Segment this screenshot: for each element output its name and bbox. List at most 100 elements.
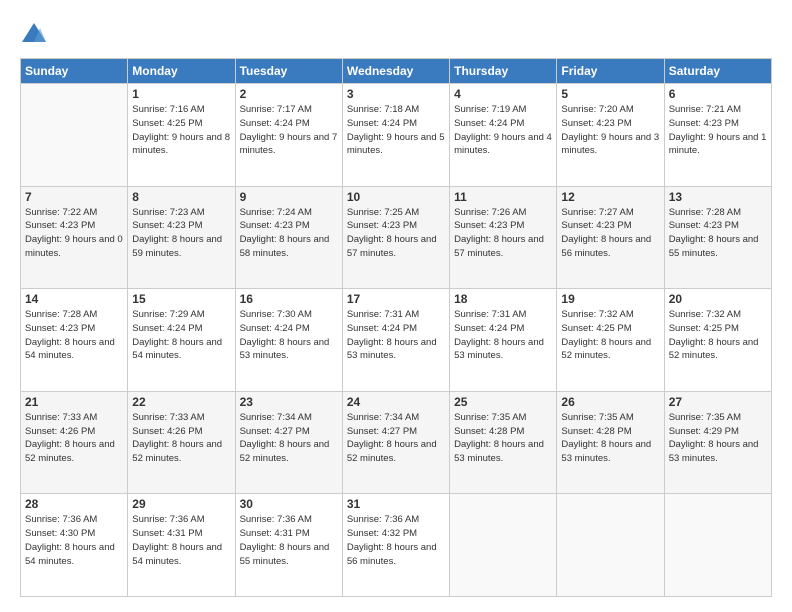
- calendar-cell: [450, 494, 557, 597]
- daylight-text: Daylight: 8 hours and 53 minutes.: [347, 337, 437, 362]
- sunset-text: Sunset: 4:23 PM: [240, 220, 310, 231]
- calendar-cell: 19 Sunrise: 7:32 AM Sunset: 4:25 PM Dayl…: [557, 289, 664, 392]
- day-info: Sunrise: 7:33 AM Sunset: 4:26 PM Dayligh…: [25, 411, 123, 466]
- sunrise-text: Sunrise: 7:28 AM: [25, 309, 97, 320]
- day-number: 24: [347, 395, 445, 409]
- calendar-cell: 29 Sunrise: 7:36 AM Sunset: 4:31 PM Dayl…: [128, 494, 235, 597]
- day-number: 23: [240, 395, 338, 409]
- day-info: Sunrise: 7:28 AM Sunset: 4:23 PM Dayligh…: [669, 206, 767, 261]
- sunrise-text: Sunrise: 7:35 AM: [454, 412, 526, 423]
- calendar-cell: 17 Sunrise: 7:31 AM Sunset: 4:24 PM Dayl…: [342, 289, 449, 392]
- daylight-text: Daylight: 8 hours and 57 minutes.: [454, 234, 544, 259]
- daylight-text: Daylight: 9 hours and 4 minutes.: [454, 132, 552, 157]
- daylight-text: Daylight: 9 hours and 1 minute.: [669, 132, 767, 157]
- day-info: Sunrise: 7:30 AM Sunset: 4:24 PM Dayligh…: [240, 308, 338, 363]
- daylight-text: Daylight: 9 hours and 8 minutes.: [132, 132, 230, 157]
- sunset-text: Sunset: 4:25 PM: [669, 323, 739, 334]
- day-number: 8: [132, 190, 230, 204]
- day-info: Sunrise: 7:34 AM Sunset: 4:27 PM Dayligh…: [240, 411, 338, 466]
- daylight-text: Daylight: 9 hours and 7 minutes.: [240, 132, 338, 157]
- day-info: Sunrise: 7:27 AM Sunset: 4:23 PM Dayligh…: [561, 206, 659, 261]
- calendar-week-row: 7 Sunrise: 7:22 AM Sunset: 4:23 PM Dayli…: [21, 186, 772, 289]
- day-info: Sunrise: 7:36 AM Sunset: 4:32 PM Dayligh…: [347, 513, 445, 568]
- day-info: Sunrise: 7:36 AM Sunset: 4:30 PM Dayligh…: [25, 513, 123, 568]
- calendar-cell: 26 Sunrise: 7:35 AM Sunset: 4:28 PM Dayl…: [557, 391, 664, 494]
- calendar-cell: 6 Sunrise: 7:21 AM Sunset: 4:23 PM Dayli…: [664, 84, 771, 187]
- daylight-text: Daylight: 8 hours and 54 minutes.: [25, 337, 115, 362]
- day-number: 1: [132, 87, 230, 101]
- day-number: 30: [240, 497, 338, 511]
- calendar-cell: 30 Sunrise: 7:36 AM Sunset: 4:31 PM Dayl…: [235, 494, 342, 597]
- day-number: 20: [669, 292, 767, 306]
- sunset-text: Sunset: 4:23 PM: [454, 220, 524, 231]
- calendar-cell: 2 Sunrise: 7:17 AM Sunset: 4:24 PM Dayli…: [235, 84, 342, 187]
- calendar-cell: 11 Sunrise: 7:26 AM Sunset: 4:23 PM Dayl…: [450, 186, 557, 289]
- day-info: Sunrise: 7:19 AM Sunset: 4:24 PM Dayligh…: [454, 103, 552, 158]
- calendar-cell: [557, 494, 664, 597]
- sunrise-text: Sunrise: 7:22 AM: [25, 207, 97, 218]
- header: [20, 20, 772, 48]
- sunset-text: Sunset: 4:32 PM: [347, 528, 417, 539]
- calendar-cell: 18 Sunrise: 7:31 AM Sunset: 4:24 PM Dayl…: [450, 289, 557, 392]
- sunset-text: Sunset: 4:25 PM: [132, 118, 202, 129]
- day-number: 18: [454, 292, 552, 306]
- sunset-text: Sunset: 4:23 PM: [132, 220, 202, 231]
- daylight-text: Daylight: 8 hours and 52 minutes.: [25, 439, 115, 464]
- calendar-week-row: 28 Sunrise: 7:36 AM Sunset: 4:30 PM Dayl…: [21, 494, 772, 597]
- calendar-cell: 7 Sunrise: 7:22 AM Sunset: 4:23 PM Dayli…: [21, 186, 128, 289]
- sunrise-text: Sunrise: 7:36 AM: [132, 514, 204, 525]
- calendar-cell: 8 Sunrise: 7:23 AM Sunset: 4:23 PM Dayli…: [128, 186, 235, 289]
- daylight-text: Daylight: 9 hours and 5 minutes.: [347, 132, 445, 157]
- sunset-text: Sunset: 4:26 PM: [132, 426, 202, 437]
- sunset-text: Sunset: 4:23 PM: [561, 220, 631, 231]
- day-info: Sunrise: 7:17 AM Sunset: 4:24 PM Dayligh…: [240, 103, 338, 158]
- calendar-cell: 22 Sunrise: 7:33 AM Sunset: 4:26 PM Dayl…: [128, 391, 235, 494]
- calendar-cell: 3 Sunrise: 7:18 AM Sunset: 4:24 PM Dayli…: [342, 84, 449, 187]
- sunset-text: Sunset: 4:24 PM: [240, 323, 310, 334]
- daylight-text: Daylight: 8 hours and 52 minutes.: [132, 439, 222, 464]
- day-number: 13: [669, 190, 767, 204]
- calendar-cell: 5 Sunrise: 7:20 AM Sunset: 4:23 PM Dayli…: [557, 84, 664, 187]
- day-number: 12: [561, 190, 659, 204]
- calendar-cell: 15 Sunrise: 7:29 AM Sunset: 4:24 PM Dayl…: [128, 289, 235, 392]
- day-number: 17: [347, 292, 445, 306]
- calendar-cell: 13 Sunrise: 7:28 AM Sunset: 4:23 PM Dayl…: [664, 186, 771, 289]
- sunrise-text: Sunrise: 7:31 AM: [454, 309, 526, 320]
- calendar-cell: 10 Sunrise: 7:25 AM Sunset: 4:23 PM Dayl…: [342, 186, 449, 289]
- daylight-text: Daylight: 8 hours and 59 minutes.: [132, 234, 222, 259]
- day-number: 29: [132, 497, 230, 511]
- sunrise-text: Sunrise: 7:30 AM: [240, 309, 312, 320]
- sunrise-text: Sunrise: 7:24 AM: [240, 207, 312, 218]
- sunrise-text: Sunrise: 7:36 AM: [240, 514, 312, 525]
- day-number: 19: [561, 292, 659, 306]
- sunrise-text: Sunrise: 7:27 AM: [561, 207, 633, 218]
- daylight-text: Daylight: 8 hours and 52 minutes.: [347, 439, 437, 464]
- day-number: 16: [240, 292, 338, 306]
- day-number: 26: [561, 395, 659, 409]
- sunset-text: Sunset: 4:23 PM: [25, 323, 95, 334]
- sunset-text: Sunset: 4:28 PM: [454, 426, 524, 437]
- sunset-text: Sunset: 4:24 PM: [454, 118, 524, 129]
- daylight-text: Daylight: 8 hours and 57 minutes.: [347, 234, 437, 259]
- day-number: 14: [25, 292, 123, 306]
- sunset-text: Sunset: 4:24 PM: [454, 323, 524, 334]
- calendar-cell: 4 Sunrise: 7:19 AM Sunset: 4:24 PM Dayli…: [450, 84, 557, 187]
- sunrise-text: Sunrise: 7:35 AM: [669, 412, 741, 423]
- sunset-text: Sunset: 4:28 PM: [561, 426, 631, 437]
- day-info: Sunrise: 7:31 AM Sunset: 4:24 PM Dayligh…: [347, 308, 445, 363]
- sunrise-text: Sunrise: 7:25 AM: [347, 207, 419, 218]
- day-info: Sunrise: 7:36 AM Sunset: 4:31 PM Dayligh…: [240, 513, 338, 568]
- calendar-cell: 28 Sunrise: 7:36 AM Sunset: 4:30 PM Dayl…: [21, 494, 128, 597]
- day-info: Sunrise: 7:23 AM Sunset: 4:23 PM Dayligh…: [132, 206, 230, 261]
- day-info: Sunrise: 7:32 AM Sunset: 4:25 PM Dayligh…: [561, 308, 659, 363]
- day-info: Sunrise: 7:32 AM Sunset: 4:25 PM Dayligh…: [669, 308, 767, 363]
- day-info: Sunrise: 7:21 AM Sunset: 4:23 PM Dayligh…: [669, 103, 767, 158]
- sunrise-text: Sunrise: 7:36 AM: [347, 514, 419, 525]
- daylight-text: Daylight: 8 hours and 52 minutes.: [669, 337, 759, 362]
- day-info: Sunrise: 7:28 AM Sunset: 4:23 PM Dayligh…: [25, 308, 123, 363]
- day-info: Sunrise: 7:20 AM Sunset: 4:23 PM Dayligh…: [561, 103, 659, 158]
- daylight-text: Daylight: 8 hours and 54 minutes.: [132, 542, 222, 567]
- daylight-text: Daylight: 8 hours and 52 minutes.: [240, 439, 330, 464]
- day-info: Sunrise: 7:29 AM Sunset: 4:24 PM Dayligh…: [132, 308, 230, 363]
- calendar-cell: 27 Sunrise: 7:35 AM Sunset: 4:29 PM Dayl…: [664, 391, 771, 494]
